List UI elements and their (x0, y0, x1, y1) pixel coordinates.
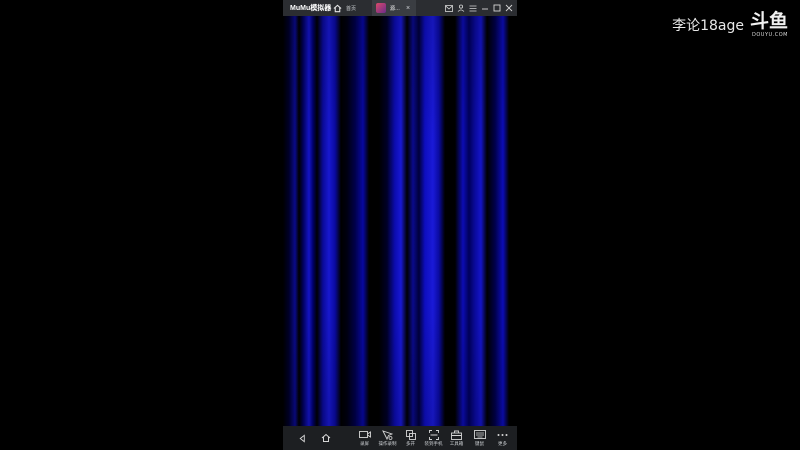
screen-shading (283, 16, 517, 426)
home-button[interactable] (317, 429, 335, 447)
emulator-bottom-toolbar: 录屏 操作录制 多开 装到手机 工具箱 键鼠 更多 (283, 426, 517, 450)
tab-game[interactable]: 源… × (372, 0, 416, 16)
tool-label: 操作录制 (378, 441, 397, 446)
stream-frame: MuMu模拟器 首页 源… × 录屏 操作录制 多开 装到手机 工具箱 键鼠 更… (0, 0, 800, 450)
keyboard-mouse-icon (473, 429, 486, 440)
toolbar-tools: 录屏 操作录制 多开 装到手机 工具箱 键鼠 更多 (354, 427, 517, 449)
tool-toolbox[interactable]: 工具箱 (446, 427, 467, 449)
tool-multi-instance[interactable]: 多开 (400, 427, 421, 449)
tool-label: 更多 (498, 441, 507, 446)
emulator-app-title: MuMu模拟器 (290, 5, 332, 12)
close-window-icon[interactable] (504, 3, 513, 13)
tool-label: 键鼠 (475, 441, 484, 446)
tab-home-label: 首页 (346, 5, 357, 12)
game-screen-vertical-stripes[interactable] (283, 16, 517, 426)
tab-game-label: 源… (390, 5, 401, 12)
macro-record-icon (382, 429, 394, 440)
tool-keyboard-mouse[interactable]: 键鼠 (469, 427, 490, 449)
home-icon (332, 3, 342, 13)
maximize-icon[interactable] (492, 3, 501, 13)
tool-label: 工具箱 (449, 441, 464, 446)
tool-install-to-phone[interactable]: 装到手机 (423, 427, 444, 449)
window-controls (444, 3, 517, 13)
back-button[interactable] (293, 429, 311, 447)
douyu-logo-text: 斗鱼 (749, 10, 788, 32)
douyu-logo: 斗鱼 DOUYU.COM (749, 10, 788, 39)
user-icon[interactable] (456, 3, 465, 13)
tool-label: 装到手机 (424, 441, 443, 446)
minimize-icon[interactable] (480, 3, 489, 13)
install-to-phone-icon (428, 429, 440, 440)
multi-instance-icon (405, 429, 417, 440)
mail-icon[interactable] (444, 3, 453, 13)
toolbox-icon (451, 429, 463, 440)
tool-more[interactable]: 更多 (492, 427, 513, 449)
close-tab-icon[interactable]: × (406, 5, 410, 12)
more-icon (497, 429, 509, 440)
douyu-logo-subtext: DOUYU.COM (752, 32, 788, 38)
menu-icon[interactable] (468, 3, 477, 13)
tool-label: 录屏 (360, 441, 369, 446)
stream-watermark: 李论18age 斗鱼 DOUYU.COM (672, 10, 788, 39)
tool-macro-record[interactable]: 操作录制 (377, 427, 398, 449)
game-thumbnail-icon (376, 3, 386, 13)
mumu-emulator-window: MuMu模拟器 首页 源… × 录屏 操作录制 多开 装到手机 工具箱 键鼠 更… (283, 0, 517, 450)
tool-label: 多开 (406, 441, 415, 446)
video-record-icon (358, 429, 371, 440)
tab-home[interactable]: 首页 (332, 0, 372, 16)
streamer-name: 李论18age (672, 18, 744, 34)
tool-screen-record[interactable]: 录屏 (354, 427, 375, 449)
emulator-title-bar: MuMu模拟器 首页 源… × (283, 0, 517, 16)
